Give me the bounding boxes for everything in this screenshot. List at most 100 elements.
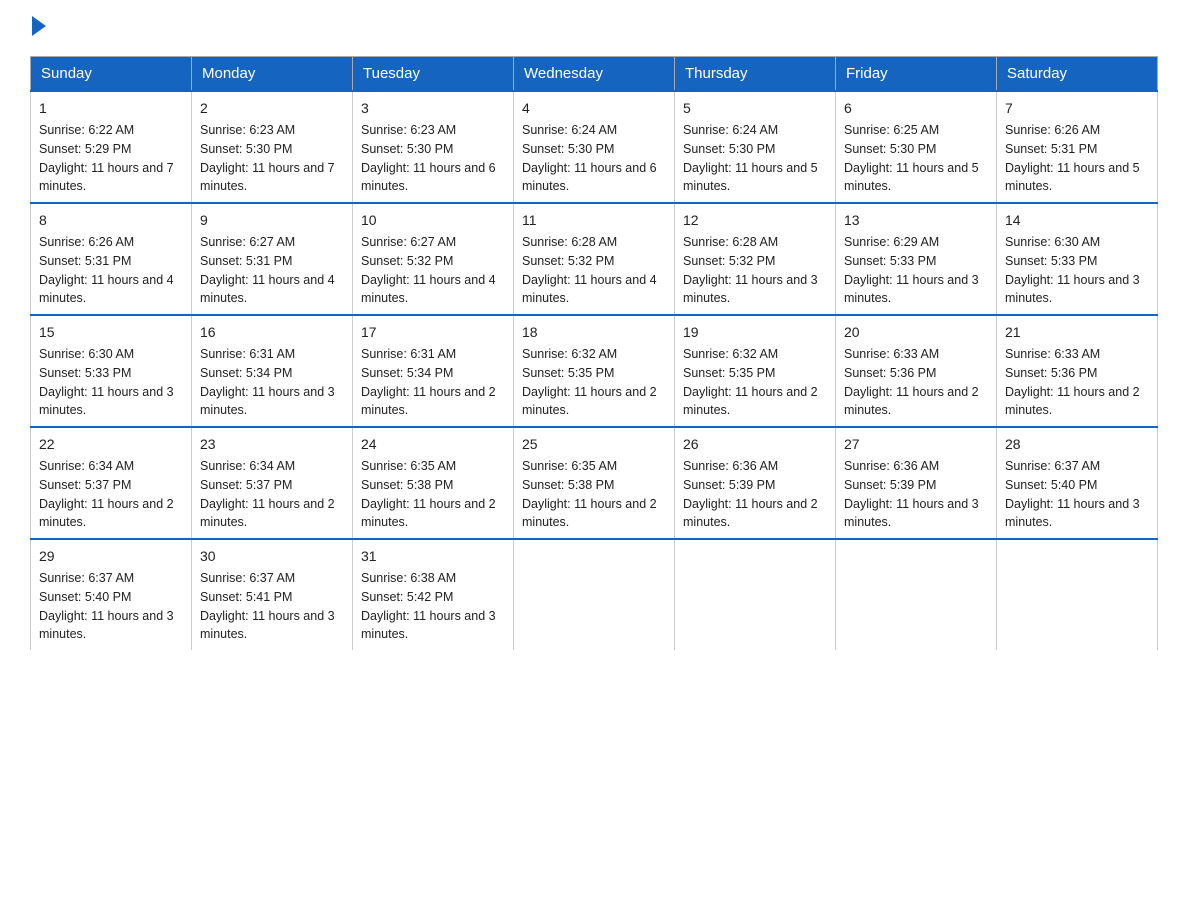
day-info: Sunrise: 6:30 AMSunset: 5:33 PMDaylight:… <box>39 347 174 417</box>
day-number: 11 <box>522 210 666 231</box>
calendar-cell <box>675 539 836 650</box>
calendar-cell: 25 Sunrise: 6:35 AMSunset: 5:38 PMDayligh… <box>514 427 675 539</box>
day-info: Sunrise: 6:32 AMSunset: 5:35 PMDaylight:… <box>683 347 818 417</box>
day-info: Sunrise: 6:38 AMSunset: 5:42 PMDaylight:… <box>361 571 496 641</box>
calendar-header-friday: Friday <box>836 57 997 92</box>
calendar-cell: 28Sunrise: 6:37 AMSunset: 5:40 PMDayligh… <box>997 427 1158 539</box>
calendar-cell: 18 Sunrise: 6:32 AMSunset: 5:35 PMDayligh… <box>514 315 675 427</box>
calendar-cell: 11 Sunrise: 6:28 AMSunset: 5:32 PMDayligh… <box>514 203 675 315</box>
day-info: Sunrise: 6:36 AMSunset: 5:39 PMDaylight:… <box>844 459 979 529</box>
calendar-header-sunday: Sunday <box>31 57 192 92</box>
calendar-week-row: 1Sunrise: 6:22 AMSunset: 5:29 PMDaylight… <box>31 91 1158 203</box>
calendar-cell: 17Sunrise: 6:31 AMSunset: 5:34 PMDayligh… <box>353 315 514 427</box>
calendar-cell: 21 Sunrise: 6:33 AMSunset: 5:36 PMDayligh… <box>997 315 1158 427</box>
calendar-cell: 13 Sunrise: 6:29 AMSunset: 5:33 PMDayligh… <box>836 203 997 315</box>
day-number: 3 <box>361 98 505 119</box>
day-info: Sunrise: 6:24 AMSunset: 5:30 PMDaylight:… <box>522 123 657 193</box>
calendar-cell: 10Sunrise: 6:27 AMSunset: 5:32 PMDayligh… <box>353 203 514 315</box>
calendar-cell <box>836 539 997 650</box>
day-info: Sunrise: 6:28 AMSunset: 5:32 PMDaylight:… <box>522 235 657 305</box>
calendar-header-monday: Monday <box>192 57 353 92</box>
calendar-cell: 30 Sunrise: 6:37 AMSunset: 5:41 PMDayligh… <box>192 539 353 650</box>
calendar-cell: 23Sunrise: 6:34 AMSunset: 5:37 PMDayligh… <box>192 427 353 539</box>
day-number: 27 <box>844 434 988 455</box>
calendar-cell: 3 Sunrise: 6:23 AMSunset: 5:30 PMDaylight… <box>353 91 514 203</box>
calendar-cell: 27 Sunrise: 6:36 AMSunset: 5:39 PMDayligh… <box>836 427 997 539</box>
calendar-cell: 24 Sunrise: 6:35 AMSunset: 5:38 PMDayligh… <box>353 427 514 539</box>
calendar-cell: 15 Sunrise: 6:30 AMSunset: 5:33 PMDayligh… <box>31 315 192 427</box>
calendar-cell: 22 Sunrise: 6:34 AMSunset: 5:37 PMDayligh… <box>31 427 192 539</box>
day-number: 30 <box>200 546 344 567</box>
calendar-cell: 16Sunrise: 6:31 AMSunset: 5:34 PMDayligh… <box>192 315 353 427</box>
day-number: 16 <box>200 322 344 343</box>
calendar-header-wednesday: Wednesday <box>514 57 675 92</box>
calendar-header-saturday: Saturday <box>997 57 1158 92</box>
page-header <box>30 20 1158 36</box>
day-info: Sunrise: 6:34 AMSunset: 5:37 PMDaylight:… <box>39 459 174 529</box>
day-number: 10 <box>361 210 505 231</box>
day-number: 28 <box>1005 434 1149 455</box>
calendar-cell <box>514 539 675 650</box>
calendar-cell: 26 Sunrise: 6:36 AMSunset: 5:39 PMDayligh… <box>675 427 836 539</box>
day-info: Sunrise: 6:37 AMSunset: 5:40 PMDaylight:… <box>39 571 174 641</box>
calendar-cell: 12 Sunrise: 6:28 AMSunset: 5:32 PMDayligh… <box>675 203 836 315</box>
calendar-header-row: SundayMondayTuesdayWednesdayThursdayFrid… <box>31 57 1158 92</box>
day-number: 14 <box>1005 210 1149 231</box>
day-info: Sunrise: 6:31 AMSunset: 5:34 PMDaylight:… <box>361 347 496 417</box>
calendar-cell: 19 Sunrise: 6:32 AMSunset: 5:35 PMDayligh… <box>675 315 836 427</box>
day-number: 9 <box>200 210 344 231</box>
day-number: 15 <box>39 322 183 343</box>
calendar-cell: 7 Sunrise: 6:26 AMSunset: 5:31 PMDaylight… <box>997 91 1158 203</box>
day-number: 7 <box>1005 98 1149 119</box>
day-info: Sunrise: 6:26 AMSunset: 5:31 PMDaylight:… <box>39 235 174 305</box>
day-info: Sunrise: 6:23 AMSunset: 5:30 PMDaylight:… <box>361 123 496 193</box>
day-info: Sunrise: 6:34 AMSunset: 5:37 PMDaylight:… <box>200 459 335 529</box>
day-number: 29 <box>39 546 183 567</box>
day-info: Sunrise: 6:35 AMSunset: 5:38 PMDaylight:… <box>522 459 657 529</box>
calendar-cell: 6 Sunrise: 6:25 AMSunset: 5:30 PMDaylight… <box>836 91 997 203</box>
day-number: 6 <box>844 98 988 119</box>
day-number: 12 <box>683 210 827 231</box>
calendar-cell: 29 Sunrise: 6:37 AMSunset: 5:40 PMDayligh… <box>31 539 192 650</box>
calendar-cell: 4 Sunrise: 6:24 AMSunset: 5:30 PMDaylight… <box>514 91 675 203</box>
calendar-cell: 8 Sunrise: 6:26 AMSunset: 5:31 PMDaylight… <box>31 203 192 315</box>
day-number: 13 <box>844 210 988 231</box>
day-info: Sunrise: 6:33 AMSunset: 5:36 PMDaylight:… <box>1005 347 1140 417</box>
calendar-cell: 5Sunrise: 6:24 AMSunset: 5:30 PMDaylight… <box>675 91 836 203</box>
day-info: Sunrise: 6:29 AMSunset: 5:33 PMDaylight:… <box>844 235 979 305</box>
calendar-cell: 14 Sunrise: 6:30 AMSunset: 5:33 PMDayligh… <box>997 203 1158 315</box>
day-info: Sunrise: 6:28 AMSunset: 5:32 PMDaylight:… <box>683 235 818 305</box>
day-number: 21 <box>1005 322 1149 343</box>
calendar-cell: 31 Sunrise: 6:38 AMSunset: 5:42 PMDayligh… <box>353 539 514 650</box>
calendar-cell: 20Sunrise: 6:33 AMSunset: 5:36 PMDayligh… <box>836 315 997 427</box>
day-number: 22 <box>39 434 183 455</box>
day-number: 8 <box>39 210 183 231</box>
day-info: Sunrise: 6:25 AMSunset: 5:30 PMDaylight:… <box>844 123 979 193</box>
day-info: Sunrise: 6:37 AMSunset: 5:41 PMDaylight:… <box>200 571 335 641</box>
day-number: 20 <box>844 322 988 343</box>
day-info: Sunrise: 6:26 AMSunset: 5:31 PMDaylight:… <box>1005 123 1140 193</box>
day-number: 4 <box>522 98 666 119</box>
day-number: 2 <box>200 98 344 119</box>
day-number: 26 <box>683 434 827 455</box>
day-number: 31 <box>361 546 505 567</box>
calendar-week-row: 15 Sunrise: 6:30 AMSunset: 5:33 PMDayligh… <box>31 315 1158 427</box>
day-info: Sunrise: 6:36 AMSunset: 5:39 PMDaylight:… <box>683 459 818 529</box>
logo-arrow-icon <box>32 16 46 36</box>
calendar-header-thursday: Thursday <box>675 57 836 92</box>
day-info: Sunrise: 6:27 AMSunset: 5:31 PMDaylight:… <box>200 235 335 305</box>
day-number: 18 <box>522 322 666 343</box>
day-number: 25 <box>522 434 666 455</box>
calendar-cell <box>997 539 1158 650</box>
day-number: 19 <box>683 322 827 343</box>
calendar-header-tuesday: Tuesday <box>353 57 514 92</box>
day-info: Sunrise: 6:24 AMSunset: 5:30 PMDaylight:… <box>683 123 818 193</box>
logo <box>30 20 46 36</box>
calendar-week-row: 22 Sunrise: 6:34 AMSunset: 5:37 PMDayligh… <box>31 427 1158 539</box>
day-info: Sunrise: 6:22 AMSunset: 5:29 PMDaylight:… <box>39 123 174 193</box>
day-info: Sunrise: 6:30 AMSunset: 5:33 PMDaylight:… <box>1005 235 1140 305</box>
day-number: 24 <box>361 434 505 455</box>
calendar-week-row: 29 Sunrise: 6:37 AMSunset: 5:40 PMDayligh… <box>31 539 1158 650</box>
day-info: Sunrise: 6:35 AMSunset: 5:38 PMDaylight:… <box>361 459 496 529</box>
day-info: Sunrise: 6:32 AMSunset: 5:35 PMDaylight:… <box>522 347 657 417</box>
